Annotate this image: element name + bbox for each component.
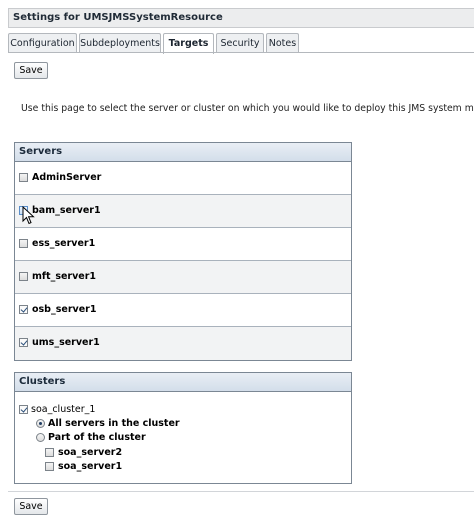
footer-divider bbox=[8, 491, 474, 492]
server-row: bam_server1 bbox=[15, 195, 351, 228]
server-checkbox-osb-server1[interactable] bbox=[19, 305, 28, 314]
tab-divider bbox=[8, 52, 474, 53]
server-checkbox-ums-server1[interactable] bbox=[19, 338, 28, 347]
radio-part-of-cluster-label[interactable]: Part of the cluster bbox=[48, 432, 146, 443]
server-label[interactable]: bam_server1 bbox=[32, 205, 101, 216]
member-checkbox-soa-server1[interactable] bbox=[45, 462, 54, 471]
member-label[interactable]: soa_server2 bbox=[58, 447, 122, 458]
server-row: ess_server1 bbox=[15, 228, 351, 261]
cluster-checkbox-soa-cluster-1[interactable] bbox=[19, 405, 28, 414]
server-row: ums_server1 bbox=[15, 327, 351, 360]
server-row: mft_server1 bbox=[15, 261, 351, 294]
radio-all-servers[interactable] bbox=[36, 419, 45, 428]
member-checkbox-soa-server2[interactable] bbox=[45, 448, 54, 457]
servers-header: Servers bbox=[15, 143, 351, 162]
tab-bar: Configuration Subdeployments Targets Sec… bbox=[8, 33, 474, 54]
server-label[interactable]: mft_server1 bbox=[32, 271, 96, 282]
title-bar: Settings for UMSJMSSystemResource bbox=[8, 8, 474, 28]
servers-panel: Servers AdminServer bam_server1 ess_serv… bbox=[14, 142, 352, 361]
server-checkbox-ess-server1[interactable] bbox=[19, 239, 28, 248]
tab-notes[interactable]: Notes bbox=[266, 33, 299, 53]
tab-targets[interactable]: Targets bbox=[163, 33, 214, 54]
tab-configuration[interactable]: Configuration bbox=[8, 33, 77, 53]
server-row: AdminServer bbox=[15, 162, 351, 195]
server-label[interactable]: AdminServer bbox=[32, 172, 101, 183]
tab-security[interactable]: Security bbox=[216, 33, 264, 53]
member-label[interactable]: soa_server1 bbox=[58, 461, 122, 472]
server-row: osb_server1 bbox=[15, 294, 351, 327]
radio-part-of-cluster[interactable] bbox=[36, 433, 45, 442]
settings-page: Settings for UMSJMSSystemResource Config… bbox=[0, 0, 474, 529]
server-checkbox-adminserver[interactable] bbox=[19, 173, 28, 182]
tab-subdeployments[interactable]: Subdeployments bbox=[79, 33, 161, 53]
save-button-top[interactable]: Save bbox=[14, 62, 48, 79]
cluster-label[interactable]: soa_cluster_1 bbox=[31, 404, 95, 415]
server-label[interactable]: osb_server1 bbox=[32, 304, 96, 315]
cluster-body: soa_cluster_1 All servers in the cluster… bbox=[15, 392, 351, 483]
clusters-header: Clusters bbox=[15, 373, 351, 392]
mouse-pointer-icon bbox=[22, 206, 35, 225]
instruction-text: Use this page to select the server or cl… bbox=[21, 103, 474, 114]
save-button-bottom[interactable]: Save bbox=[14, 498, 48, 515]
server-label[interactable]: ess_server1 bbox=[32, 238, 95, 249]
radio-all-servers-label[interactable]: All servers in the cluster bbox=[48, 418, 180, 429]
clusters-panel: Clusters soa_cluster_1 All servers in th… bbox=[14, 372, 352, 484]
server-checkbox-mft-server1[interactable] bbox=[19, 272, 28, 281]
page-title: Settings for UMSJMSSystemResource bbox=[13, 12, 223, 23]
server-label[interactable]: ums_server1 bbox=[32, 337, 100, 348]
